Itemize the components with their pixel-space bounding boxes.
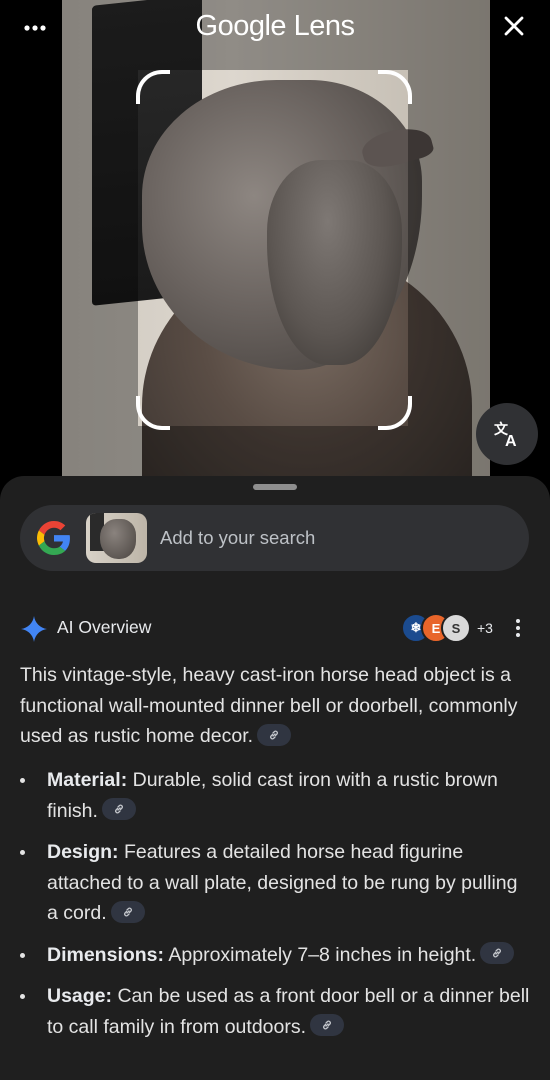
add-to-search-bar[interactable]: Add to your search	[20, 505, 529, 571]
close-icon[interactable]	[498, 10, 530, 42]
selection-dim-overlay	[138, 426, 408, 480]
sparkle-icon	[21, 616, 47, 642]
bullet-term: Dimensions:	[47, 943, 165, 966]
bullet-term: Usage:	[47, 985, 113, 1007]
source-avatars[interactable]: ❄ E S +3	[401, 613, 493, 643]
source-link-chip[interactable]	[257, 723, 292, 746]
link-icon	[323, 1020, 331, 1030]
bullet-term: Design:	[47, 841, 119, 863]
top-bar: Google Lens	[0, 0, 550, 56]
source-avatar: S	[441, 613, 471, 643]
ai-overview-header: AI Overview ❄ E S +3	[20, 613, 530, 643]
selection-dim-overlay	[408, 0, 490, 480]
translate-button[interactable]: 文 A	[476, 403, 538, 465]
list-item: Material: Durable, solid cast iron with …	[20, 765, 530, 826]
source-link-chip[interactable]	[110, 900, 145, 923]
source-link-chip[interactable]	[480, 942, 515, 965]
bullet-term: Material:	[47, 769, 128, 791]
ai-overview-label: AI Overview	[57, 617, 152, 637]
link-icon	[123, 907, 132, 917]
source-link-chip[interactable]	[310, 1014, 345, 1037]
svg-text:A: A	[505, 433, 517, 449]
list-item: Design: Features a detailed horse head f…	[20, 837, 530, 929]
list-item: Usage: Can be used as a front door bell …	[20, 981, 530, 1042]
app-title: Google Lens	[195, 10, 355, 42]
drag-handle[interactable]	[253, 484, 297, 490]
bullet-text: Can be used as a front door bell or a di…	[47, 985, 530, 1038]
ai-overview-bullets: Material: Durable, solid cast iron with …	[20, 765, 530, 1053]
bullet-text: Approximately 7–8 inches in height.	[168, 943, 477, 966]
ai-overview-intro: This vintage-style, heavy cast-iron hors…	[20, 660, 530, 752]
list-item: Dimensions: Approximately 7–8 inches in …	[20, 940, 530, 971]
more-vertical-icon[interactable]	[506, 615, 530, 641]
link-icon	[115, 804, 123, 814]
results-sheet: Add to your search AI Overview ❄ E S +3 …	[0, 476, 550, 1080]
link-icon	[493, 948, 502, 958]
link-icon	[270, 730, 278, 740]
selection-dim-overlay	[62, 0, 138, 480]
search-placeholder: Add to your search	[160, 527, 316, 548]
translate-icon: 文 A	[494, 421, 517, 449]
source-link-chip[interactable]	[101, 798, 136, 821]
sources-more-count: +3	[477, 620, 493, 636]
google-logo-icon	[37, 521, 70, 555]
selected-image-thumbnail[interactable]	[86, 513, 147, 563]
